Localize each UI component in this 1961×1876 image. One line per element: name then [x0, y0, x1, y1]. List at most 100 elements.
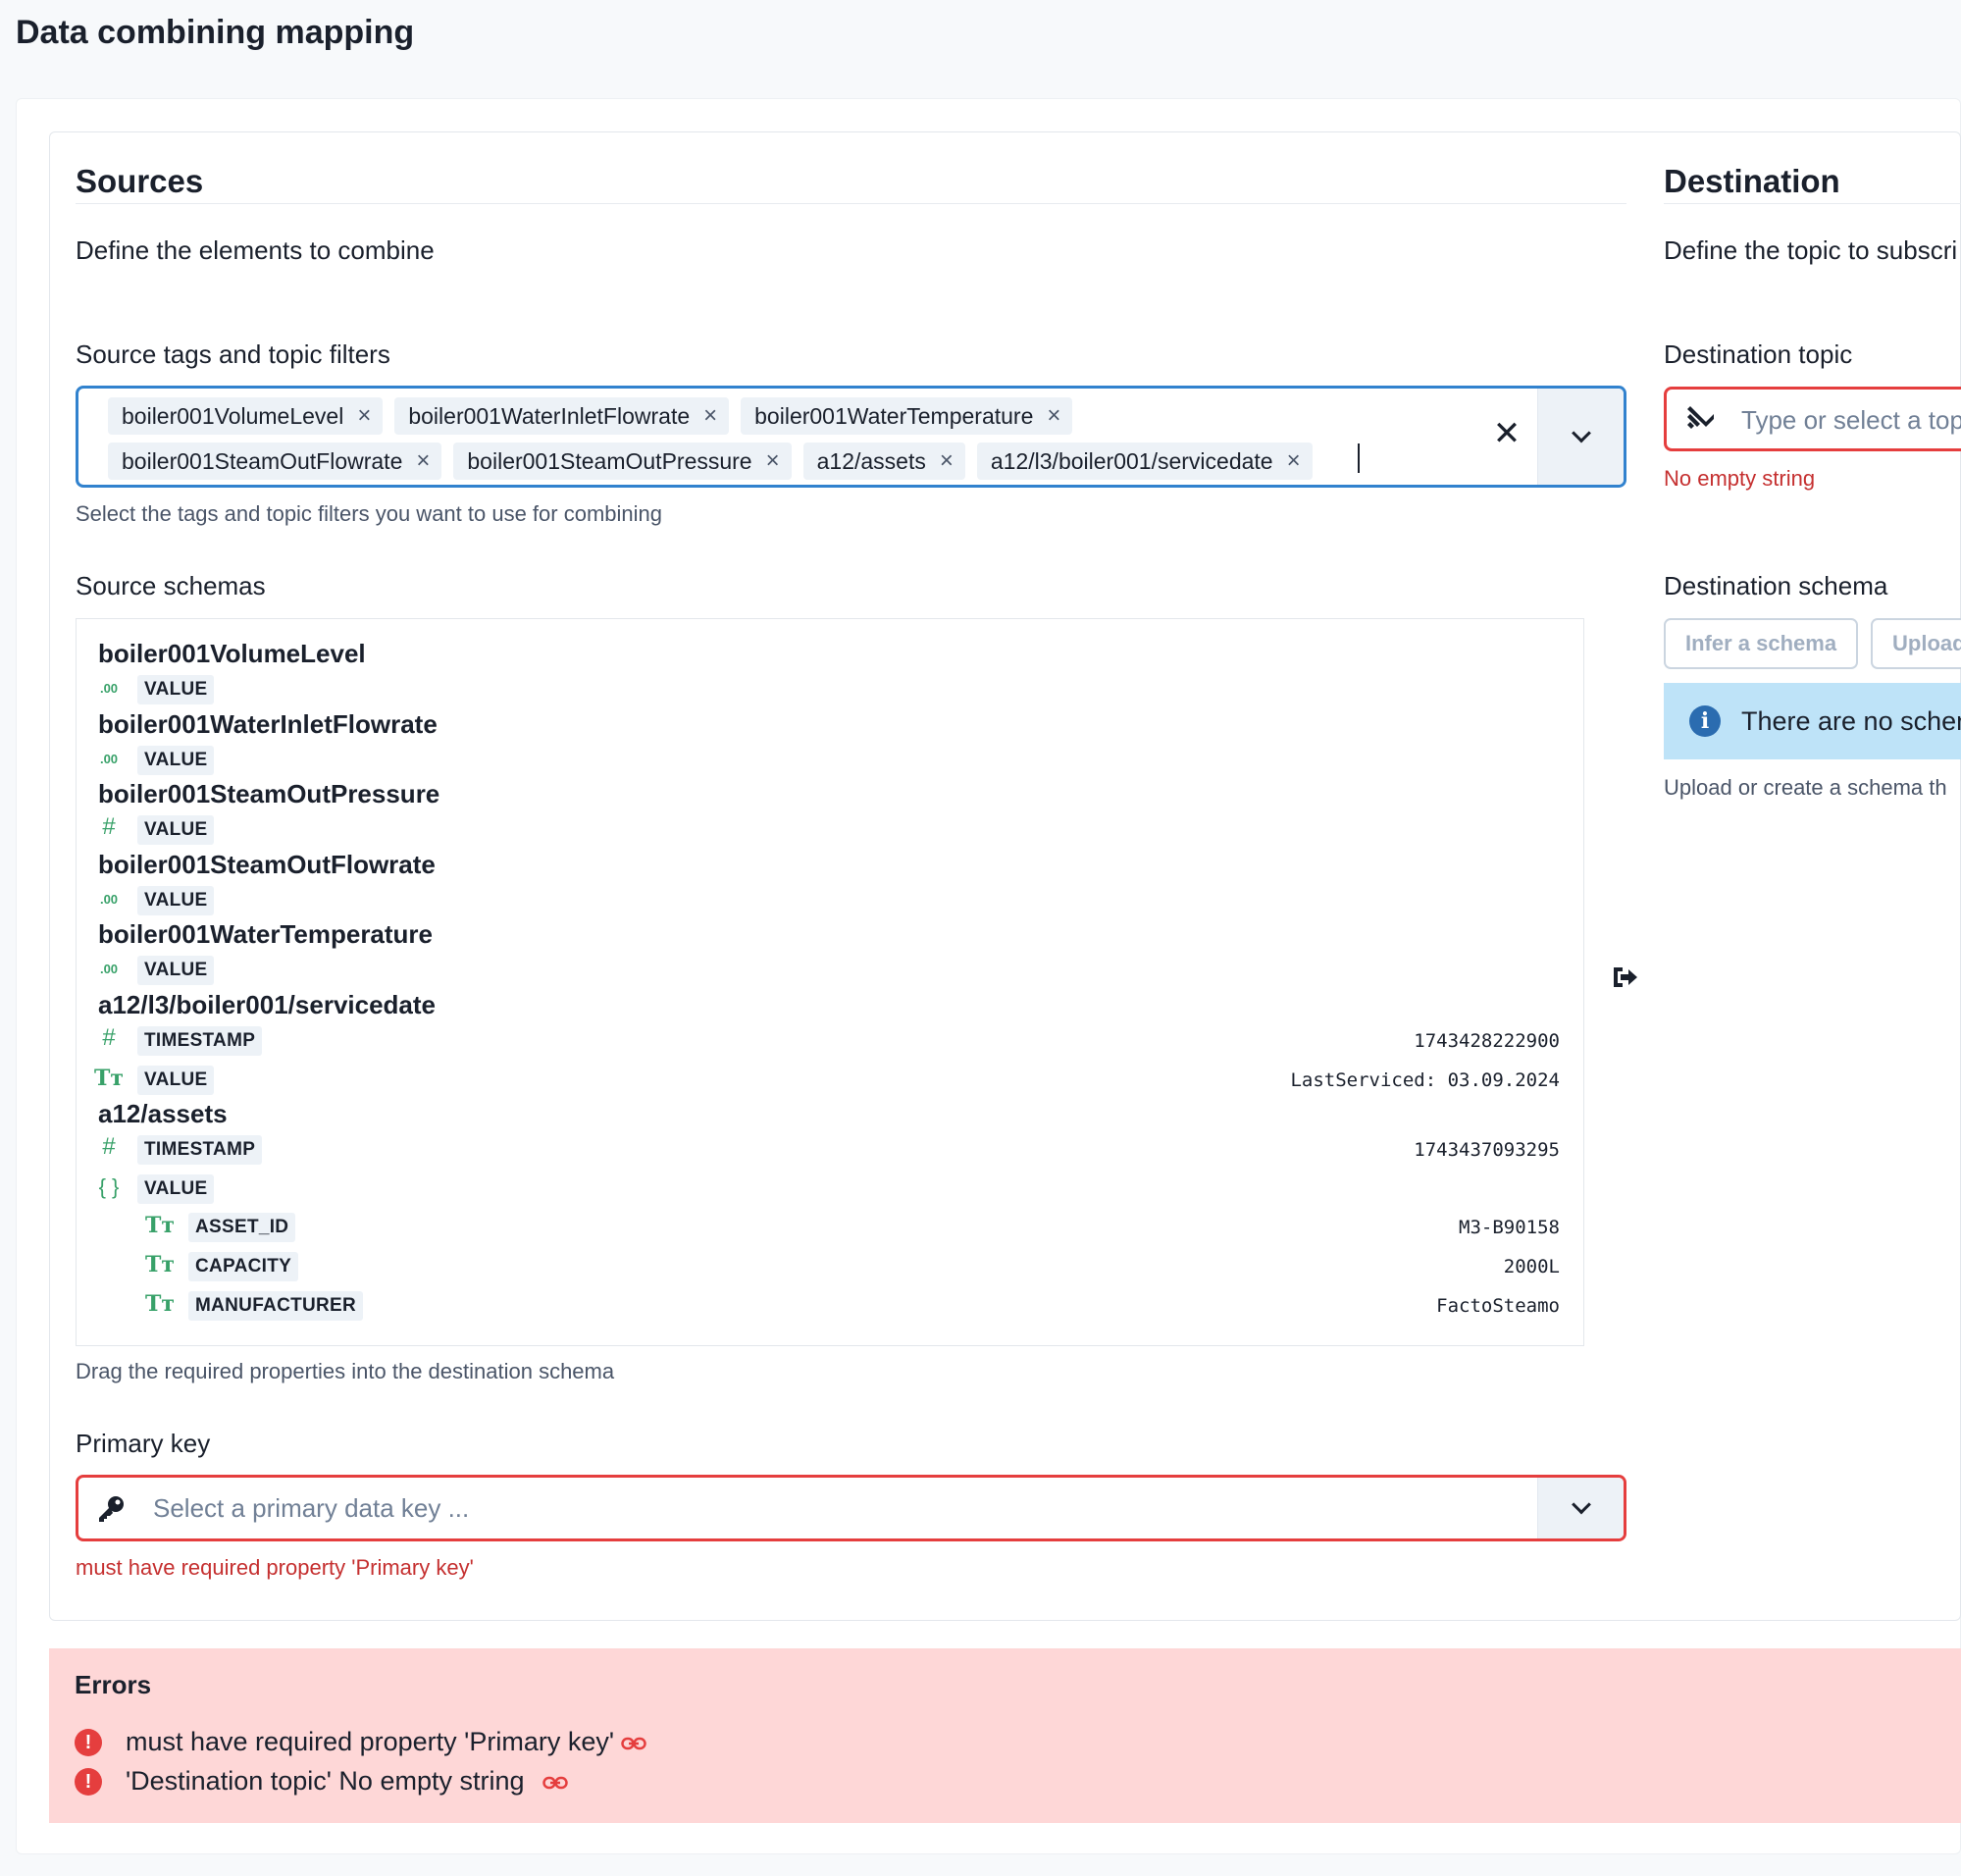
tag-chip-label: boiler001SteamOutPressure	[467, 447, 752, 474]
integer-type-icon: #	[102, 1133, 116, 1160]
schema-property[interactable]: # VALUE	[77, 813, 1583, 847]
errors-title: Errors	[75, 1670, 152, 1699]
schema-property[interactable]: .00 VALUE	[77, 884, 1583, 917]
sources-divider	[76, 203, 1626, 204]
schema-property[interactable]: .00 VALUE	[77, 954, 1583, 987]
remove-tag-icon[interactable]: ×	[766, 449, 780, 473]
schema-property-nested[interactable]: Tт CAPACITY 2000L	[77, 1250, 1583, 1283]
property-value: FactoSteamo	[1436, 1295, 1560, 1317]
schema-property[interactable]: .00 VALUE	[77, 744, 1583, 777]
destination-topic-input[interactable]: Type or select a top	[1664, 387, 1961, 451]
chip-row-1: boiler001VolumeLevel × boiler001WaterInle…	[108, 397, 1073, 435]
property-name: MANUFACTURER	[188, 1291, 364, 1321]
primary-key-label: Primary key	[76, 1429, 211, 1458]
error-message: 'Destination topic' No empty string	[126, 1766, 525, 1796]
chevron-down-icon	[1571, 1494, 1591, 1515]
tag-chip-label: boiler001WaterTemperature	[754, 402, 1034, 429]
destination-topic-label: Destination topic	[1664, 339, 1853, 369]
error-item: ! 'Destination topic' No empty string	[75, 1766, 761, 1799]
source-tags-helper: Select the tags and topic filters you wa…	[76, 501, 662, 526]
chip-row-2: boiler001SteamOutFlowrate × boiler001Stea…	[108, 443, 1313, 480]
info-icon: i	[1689, 705, 1721, 737]
property-value: 2000L	[1503, 1256, 1560, 1277]
error-message: must have required property 'Primary key…	[126, 1727, 614, 1756]
remove-tag-icon[interactable]: ×	[1047, 404, 1060, 428]
infer-schema-button[interactable]: Infer a schema	[1664, 618, 1859, 669]
tag-chip: a12/assets ×	[802, 443, 965, 480]
tag-chip: boiler001SteamOutPressure ×	[453, 443, 792, 480]
schema-property-nested[interactable]: Tт ASSET_ID M3-B90158	[77, 1211, 1583, 1244]
sources-title: Sources	[76, 163, 204, 199]
property-name: ASSET_ID	[188, 1213, 296, 1242]
property-name: VALUE	[137, 1174, 215, 1204]
link-icon[interactable]	[621, 1735, 646, 1752]
errors-panel: Errors ! must have required property 'Pr…	[49, 1648, 1961, 1823]
property-value: 1743437093295	[1414, 1139, 1560, 1161]
clear-all-icon[interactable]: ✕	[1487, 414, 1526, 453]
primary-key-select[interactable]: Select a primary data key ...	[76, 1475, 1626, 1541]
schema-title: boiler001WaterTemperature	[98, 919, 434, 949]
remove-tag-icon[interactable]: ×	[1287, 449, 1301, 473]
schema-title: boiler001VolumeLevel	[98, 639, 366, 668]
schema-property[interactable]: { } VALUE	[77, 1172, 1583, 1206]
destination-description: Define the topic to subscri	[1664, 235, 1958, 265]
tag-chip: boiler001SteamOutFlowrate ×	[108, 443, 442, 480]
property-value: LastServiced: 03.09.2024	[1290, 1069, 1560, 1091]
schema-property[interactable]: Tт VALUE LastServiced: 03.09.2024	[77, 1064, 1583, 1097]
schema-property-nested[interactable]: Tт MANUFACTURER FactoSteamo	[77, 1289, 1583, 1323]
no-schema-alert: i There are no schem	[1664, 683, 1961, 759]
error-icon: !	[75, 1729, 102, 1756]
remove-tag-icon[interactable]: ×	[940, 449, 954, 473]
schema-title: a12/assets	[98, 1099, 228, 1128]
property-name: VALUE	[137, 746, 215, 775]
tag-chip-label: boiler001WaterInletFlowrate	[408, 402, 691, 429]
tags-dropdown-toggle[interactable]	[1537, 389, 1624, 485]
property-value: M3-B90158	[1459, 1217, 1560, 1238]
link-icon[interactable]	[542, 1774, 568, 1792]
upload-schema-button[interactable]: Upload	[1871, 618, 1961, 669]
property-name: TIMESTAMP	[137, 1135, 263, 1165]
property-name: TIMESTAMP	[137, 1026, 263, 1056]
source-schemas-helper: Drag the required properties into the de…	[76, 1359, 615, 1383]
schema-property[interactable]: # TIMESTAMP 1743428222900	[77, 1024, 1583, 1058]
schema-property[interactable]: .00 VALUE	[77, 673, 1583, 706]
destination-schema-label: Destination schema	[1664, 571, 1888, 600]
source-schemas-label: Source schemas	[76, 571, 266, 600]
string-type-icon: Tт	[145, 1252, 176, 1277]
property-name: VALUE	[137, 956, 215, 985]
tag-chip: boiler001WaterInletFlowrate ×	[394, 397, 730, 435]
destination-topic-placeholder: Type or select a top	[1741, 405, 1961, 435]
decimal-type-icon: .00	[99, 681, 119, 696]
primary-key-dropdown-toggle[interactable]	[1537, 1478, 1624, 1538]
sources-description: Define the elements to combine	[76, 235, 435, 265]
key-icon	[99, 1496, 124, 1522]
source-tags-select[interactable]: boiler001VolumeLevel × boiler001WaterInle…	[76, 386, 1626, 488]
integer-type-icon: #	[102, 813, 116, 840]
string-type-icon: Tт	[145, 1213, 176, 1238]
no-schema-alert-text: There are no schem	[1741, 706, 1961, 736]
schema-property[interactable]: # TIMESTAMP 1743437093295	[77, 1133, 1583, 1167]
error-icon: !	[75, 1768, 102, 1796]
tag-chip: boiler001VolumeLevel ×	[108, 397, 384, 435]
primary-key-placeholder: Select a primary data key ...	[153, 1493, 470, 1523]
string-type-icon: Tт	[94, 1066, 125, 1091]
schema-title: boiler001SteamOutPressure	[98, 779, 440, 808]
property-name: VALUE	[137, 675, 215, 704]
property-name: CAPACITY	[188, 1252, 299, 1281]
schema-title: boiler001SteamOutFlowrate	[98, 850, 436, 879]
source-tags-label: Source tags and topic filters	[76, 339, 390, 369]
tag-chip-label: a12/assets	[816, 447, 926, 474]
topic-feed-icon	[1687, 406, 1714, 429]
error-item: ! must have required property 'Primary k…	[75, 1727, 761, 1760]
remove-tag-icon[interactable]: ×	[703, 404, 717, 428]
integer-type-icon: #	[102, 1024, 116, 1051]
primary-key-error: must have required property 'Primary key…	[76, 1555, 474, 1580]
destination-topic-error: No empty string	[1664, 466, 1816, 491]
property-value: 1743428222900	[1414, 1030, 1560, 1052]
string-type-icon: Tт	[145, 1291, 176, 1317]
decimal-type-icon: .00	[99, 892, 119, 907]
remove-tag-icon[interactable]: ×	[357, 404, 371, 428]
text-caret	[1358, 443, 1360, 473]
remove-tag-icon[interactable]: ×	[416, 449, 430, 473]
chevron-down-icon	[1571, 423, 1591, 443]
